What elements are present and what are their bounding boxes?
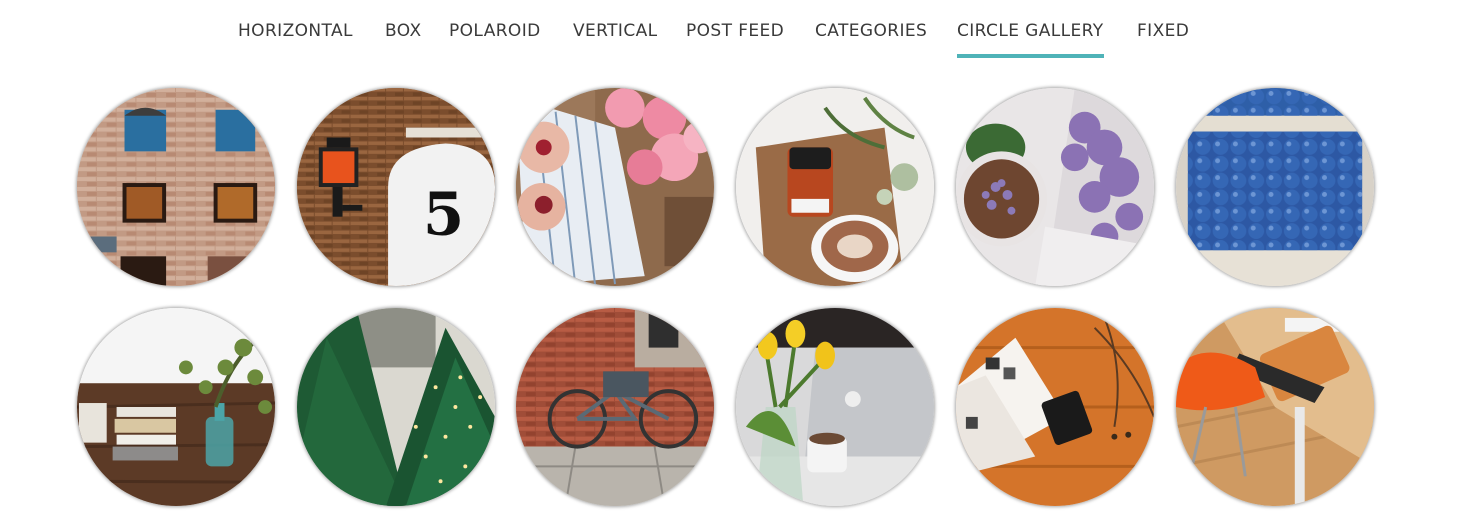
tab-categories[interactable]: CATEGORIES <box>815 18 927 58</box>
tab-horizontal[interactable]: HORIZONTAL <box>238 18 353 58</box>
gallery-item-lantern-wall[interactable]: 5 <box>297 88 495 286</box>
tulips-photo <box>736 308 934 506</box>
tab-fixed[interactable]: FIXED <box>1137 18 1189 58</box>
gallery-item-table-books[interactable] <box>77 308 275 506</box>
tab-polaroid[interactable]: POLAROID <box>449 18 541 58</box>
lilac-drink-photo <box>956 88 1154 286</box>
lantern-wall-photo: 5 <box>297 88 495 286</box>
bicycle-photo <box>516 308 714 506</box>
gallery-item-lilac-drink[interactable] <box>956 88 1154 286</box>
gallery-item-brick-building[interactable] <box>77 88 275 286</box>
sign-number: 5 <box>423 180 464 250</box>
orange-chair-photo <box>1176 308 1374 506</box>
coffee-jam-photo <box>736 88 934 286</box>
gallery-item-desk-magazine[interactable] <box>956 308 1154 506</box>
gallery-item-christmas-trees[interactable] <box>297 308 495 506</box>
smoothie-bowls-photo <box>516 88 714 286</box>
christmas-trees-photo <box>297 308 495 506</box>
gallery-item-orange-chair[interactable] <box>1176 308 1374 506</box>
gallery-style-nav: HORIZONTAL BOX POLAROID VERTICAL POST FE… <box>0 0 1471 64</box>
tab-circle-gallery[interactable]: CIRCLE GALLERY <box>957 18 1104 58</box>
gallery-item-coffee-jam[interactable] <box>736 88 934 286</box>
tab-box[interactable]: BOX <box>385 18 422 58</box>
brick-building-photo <box>77 88 275 286</box>
tab-vertical[interactable]: VERTICAL <box>573 18 658 58</box>
gallery-item-tulips[interactable] <box>736 308 934 506</box>
gallery-item-blueberries[interactable] <box>1176 88 1374 286</box>
blueberries-photo <box>1176 88 1374 286</box>
gallery-item-bicycle[interactable] <box>516 308 714 506</box>
desk-magazine-photo <box>956 308 1154 506</box>
gallery-item-smoothie-bowls[interactable] <box>516 88 714 286</box>
table-books-photo <box>77 308 275 506</box>
tab-post-feed[interactable]: POST FEED <box>686 18 784 58</box>
